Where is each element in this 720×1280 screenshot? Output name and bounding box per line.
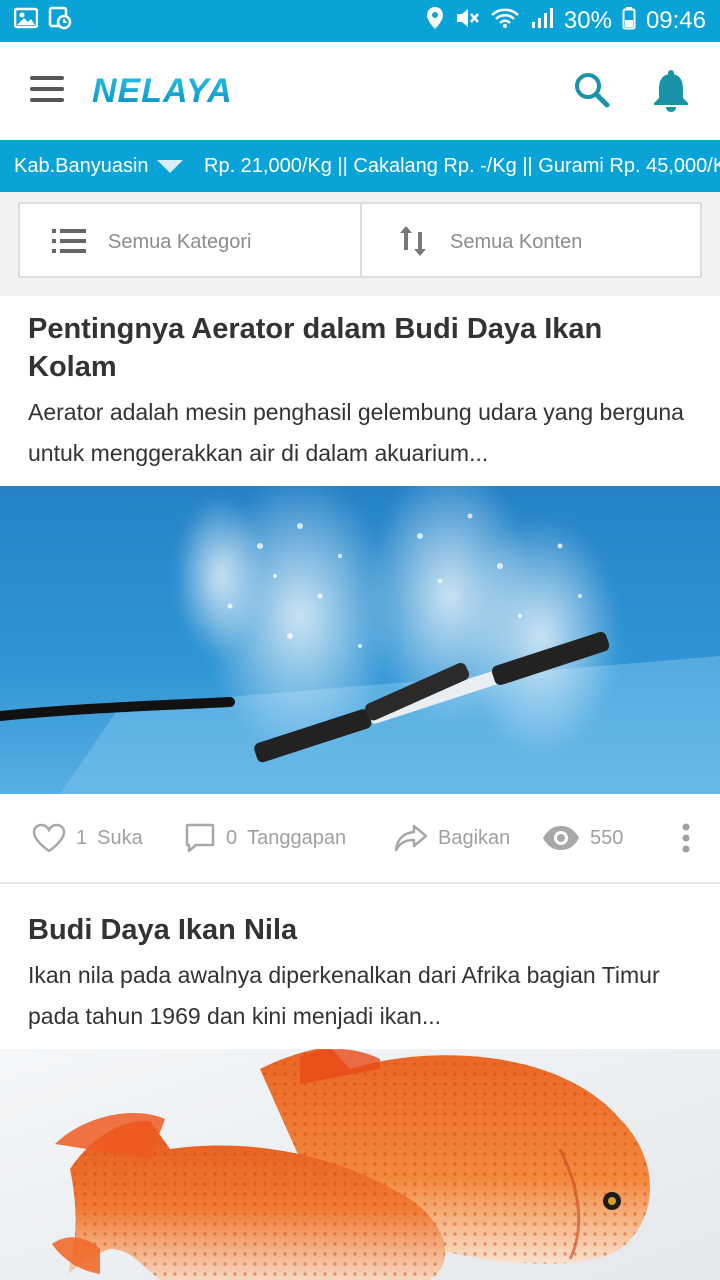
share-label: Bagikan	[438, 826, 511, 849]
app-bar: NELAYAN	[0, 42, 720, 140]
filter-bar: Semua Kategori Semua Konten	[18, 202, 702, 278]
battery-icon	[622, 6, 636, 37]
notification-button[interactable]	[650, 68, 692, 112]
heart-icon	[32, 823, 66, 853]
post-title[interactable]: Budi Daya Ikan Nila	[28, 911, 688, 949]
status-right: 30% 09:46	[426, 6, 706, 37]
content-filter-label: Semua Konten	[450, 231, 583, 253]
region-selector[interactable]: Kab.Banyuasin	[14, 140, 189, 192]
tilapia-image	[0, 1049, 720, 1280]
comment-count: 0	[226, 826, 238, 849]
bell-icon	[654, 70, 688, 112]
more-options-button[interactable]	[674, 794, 698, 882]
location-icon	[426, 6, 444, 37]
view-count: 550	[542, 794, 623, 882]
comment-icon	[185, 823, 215, 853]
like-label: Suka	[97, 826, 143, 849]
post-image[interactable]	[0, 486, 720, 794]
post-excerpt: Aerator adalah mesin penghasil gelembung…	[28, 399, 684, 466]
gallery-icon	[13, 7, 39, 36]
comment-label: Tanggapan	[247, 826, 347, 849]
post-actions: 1 Suka 0 Tanggapan Bagikan 550	[0, 794, 720, 882]
like-button[interactable]: 1 Suka	[32, 794, 143, 882]
post-excerpt: Ikan nila pada awalnya diperkenalkan dar…	[28, 962, 660, 1029]
share-icon	[394, 824, 428, 852]
aerator-image	[0, 486, 720, 794]
status-bar: 30% 09:46	[0, 0, 720, 42]
search-icon	[575, 73, 610, 108]
ticker-prices: Rp. 21,000/Kg || Cakalang Rp. -/Kg || Gu…	[204, 154, 720, 177]
search-button[interactable]	[572, 70, 612, 110]
like-count: 1	[76, 826, 88, 849]
signal-icon	[530, 6, 554, 37]
category-filter-label: Semua Kategori	[108, 231, 252, 253]
post-image[interactable]	[0, 1049, 720, 1280]
post-title[interactable]: Pentingnya Aerator dalam Budi Daya Ikan …	[28, 310, 688, 386]
sort-icon	[400, 226, 426, 256]
share-button[interactable]: Bagikan	[394, 794, 510, 882]
post-card[interactable]: Budi Daya Ikan Nila Ikan nila pada awaln…	[0, 884, 720, 1280]
category-filter[interactable]: Semua Kategori	[20, 204, 360, 276]
menu-icon	[30, 76, 64, 80]
status-left	[13, 6, 72, 37]
svg-text:NELAYAN: NELAYAN	[92, 72, 230, 110]
more-vert-icon	[682, 823, 690, 853]
menu-button[interactable]	[30, 76, 66, 104]
view-count-value: 550	[590, 826, 624, 849]
post-card[interactable]: Pentingnya Aerator dalam Budi Daya Ikan …	[0, 296, 720, 882]
eye-icon	[543, 826, 579, 850]
wifi-icon	[490, 6, 520, 37]
mute-icon	[454, 6, 480, 37]
price-ticker: Kab.Banyuasin Rp. 21,000/Kg || Cakalang …	[0, 140, 720, 192]
clock: 09:46	[645, 7, 706, 34]
content-filter[interactable]: Semua Konten	[360, 204, 700, 276]
battery-percent: 30%	[563, 7, 612, 34]
schedule-icon	[48, 6, 72, 37]
region-label: Kab.Banyuasin	[14, 154, 149, 177]
list-icon	[52, 229, 86, 253]
nelayan-logo: NELAYAN	[92, 72, 230, 110]
comment-button[interactable]: 0 Tanggapan	[184, 794, 346, 882]
dropdown-icon	[156, 159, 183, 173]
